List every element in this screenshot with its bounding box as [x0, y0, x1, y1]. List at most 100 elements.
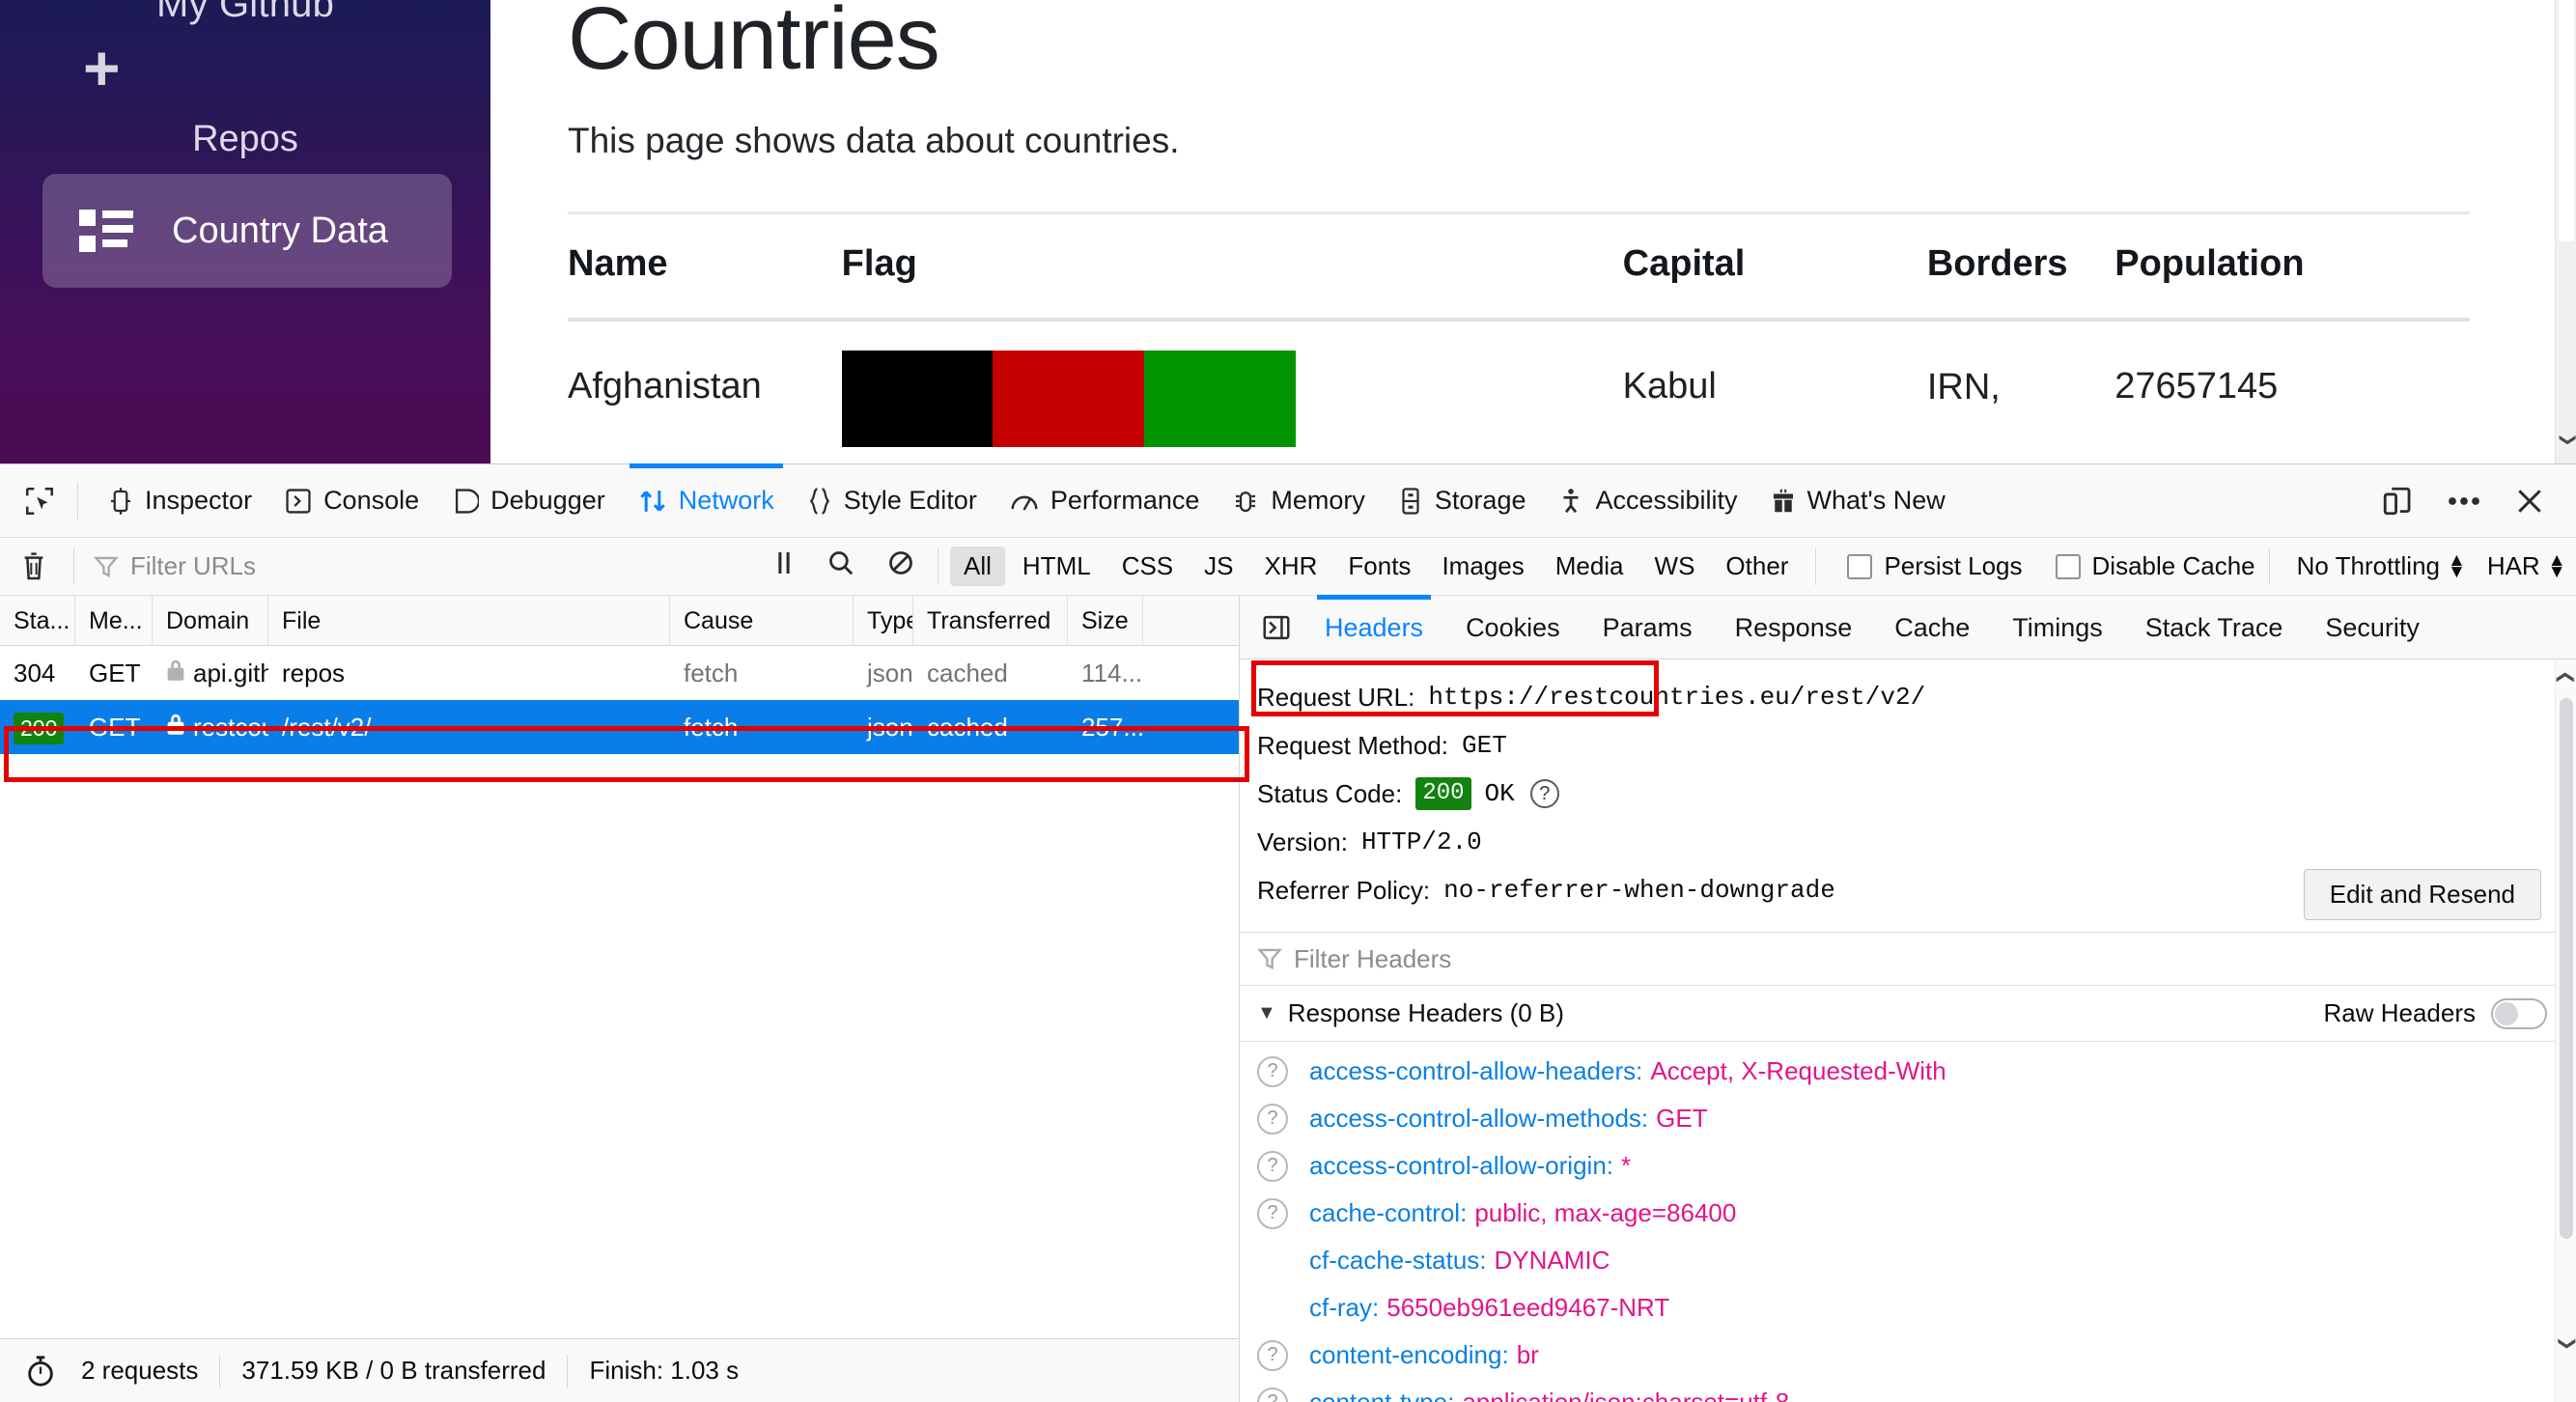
- list-item[interactable]: ? access-control-allow-origin: *: [1240, 1142, 2576, 1190]
- inspector-icon: [108, 487, 133, 516]
- close-icon[interactable]: [2514, 486, 2545, 517]
- table-row[interactable]: 304 GET api.gith... repos fetch json cac…: [0, 646, 1239, 700]
- tab-security[interactable]: Security: [2304, 596, 2441, 659]
- page-scrollbar[interactable]: ❮: [2555, 0, 2576, 463]
- flag-stripe: [1144, 350, 1296, 447]
- tab-timings[interactable]: Timings: [1991, 596, 2124, 659]
- col-header-type[interactable]: Type: [854, 595, 913, 646]
- block-icon[interactable]: [887, 549, 914, 583]
- screenshot-root: My Github + Repos Country Data Countries…: [0, 0, 2576, 1402]
- column-header-flag[interactable]: Flag: [841, 210, 1623, 322]
- column-header-capital[interactable]: Capital: [1622, 210, 1927, 322]
- tab-params[interactable]: Params: [1582, 596, 1714, 659]
- column-header-borders[interactable]: Borders: [1926, 210, 2115, 322]
- col-header-method[interactable]: Me...: [75, 595, 153, 646]
- filter-icon: [1257, 948, 1282, 969]
- sidebar-item-country-data[interactable]: Country Data: [42, 174, 452, 288]
- debugger-icon: [452, 488, 480, 515]
- help-icon[interactable]: ?: [1257, 1197, 1288, 1229]
- type-filter-media[interactable]: Media: [1542, 547, 1638, 586]
- tab-response[interactable]: Response: [1714, 596, 1874, 659]
- column-header-name[interactable]: Name: [568, 210, 842, 322]
- details-scrollbar[interactable]: ❮ ❮: [2555, 659, 2576, 1402]
- col-header-size[interactable]: Size: [1068, 595, 1143, 646]
- list-item[interactable]: ? cache-control: public, max-age=86400: [1240, 1190, 2576, 1237]
- tab-accessibility[interactable]: Accessibility: [1542, 464, 1753, 538]
- request-summary: Request URL: https://restcountries.eu/re…: [1240, 659, 2576, 932]
- col-header-domain[interactable]: Domain: [153, 595, 268, 646]
- list-item[interactable]: ? access-control-allow-methods: GET: [1240, 1095, 2576, 1142]
- type-filter-other[interactable]: Other: [1712, 547, 1802, 586]
- tab-inspector[interactable]: Inspector: [92, 464, 268, 538]
- filter-headers-input[interactable]: Filter Headers: [1240, 932, 2576, 986]
- list-item[interactable]: ? content-type: application/json;charset…: [1240, 1379, 2576, 1402]
- finish-time: Finish: 1.03 s: [589, 1356, 740, 1385]
- chevron-up-icon[interactable]: ❮: [2556, 667, 2576, 687]
- col-header-status[interactable]: Sta...: [0, 595, 75, 646]
- help-icon[interactable]: ?: [1257, 1339, 1288, 1371]
- col-header-cause[interactable]: Cause: [670, 595, 854, 646]
- table-row[interactable]: 200 GET restcou... /rest/v2/ fetch json: [0, 700, 1239, 754]
- header-value: public, max-age=86400: [1474, 1198, 1737, 1227]
- type-filter-xhr[interactable]: XHR: [1251, 547, 1331, 586]
- expand-pane-icon[interactable]: [1249, 613, 1303, 642]
- persist-logs-label: Persist Logs: [1884, 551, 2023, 580]
- column-header-population[interactable]: Population: [2114, 210, 2470, 322]
- tab-headers[interactable]: Headers: [1303, 594, 1444, 659]
- disable-cache-checkbox[interactable]: Disable Cache: [2055, 551, 2255, 581]
- type-filter-ws[interactable]: WS: [1641, 547, 1709, 586]
- type-filter-fonts[interactable]: Fonts: [1334, 547, 1424, 586]
- tab-stack-trace[interactable]: Stack Trace: [2124, 596, 2305, 659]
- list-item[interactable]: ? content-encoding: br: [1240, 1332, 2576, 1379]
- list-item[interactable]: ? access-control-allow-headers: Accept, …: [1240, 1048, 2576, 1095]
- responsive-design-mode-icon[interactable]: [2381, 485, 2414, 518]
- tab-memory[interactable]: Memory: [1216, 464, 1382, 538]
- help-icon[interactable]: ?: [1257, 1387, 1288, 1402]
- tab-storage[interactable]: Storage: [1382, 464, 1543, 538]
- edit-and-resend-button[interactable]: Edit and Resend: [2303, 869, 2541, 920]
- tab-console[interactable]: Console: [268, 464, 435, 538]
- type-filter-images[interactable]: Images: [1428, 547, 1537, 586]
- throttling-select[interactable]: No Throttling ▲ ▼: [2297, 551, 2466, 581]
- tab-label: Style Editor: [843, 486, 977, 515]
- help-icon[interactable]: ?: [1529, 779, 1559, 808]
- help-icon[interactable]: ?: [1257, 1150, 1288, 1182]
- sidebar-item-label: Country Data: [172, 210, 388, 251]
- details-scrollbar-thumb[interactable]: [2560, 698, 2573, 1239]
- tab-style-editor[interactable]: Style Editor: [791, 464, 994, 538]
- har-select[interactable]: HAR ▲ ▼: [2487, 551, 2566, 581]
- chevron-down-icon[interactable]: ❮: [2558, 430, 2576, 451]
- chevron-down-icon[interactable]: ❮: [2556, 1333, 2576, 1354]
- col-header-transferred[interactable]: Transferred: [913, 595, 1068, 646]
- list-item[interactable]: cf-ray: 5650eb961eed9467-NRT: [1240, 1284, 2576, 1332]
- tab-debugger[interactable]: Debugger: [435, 464, 622, 538]
- help-icon[interactable]: ?: [1257, 1055, 1288, 1087]
- table-row: Afghanistan Kabul IRN, 27657145: [568, 320, 2470, 447]
- search-icon[interactable]: [827, 549, 854, 583]
- plus-icon[interactable]: +: [83, 36, 141, 99]
- trash-icon[interactable]: [0, 551, 68, 582]
- referrer-policy-label: Referrer Policy:: [1257, 876, 1431, 905]
- network-status-bar: 2 requests 371.59 KB / 0 B transferred F…: [0, 1338, 1239, 1402]
- pause-icon[interactable]: [773, 549, 795, 583]
- tab-network[interactable]: Network: [622, 463, 791, 538]
- response-headers-group[interactable]: ▼ Response Headers (0 B) Raw Headers: [1240, 986, 2576, 1042]
- type-filter-html[interactable]: HTML: [1009, 547, 1105, 586]
- page-scrollbar-thumb[interactable]: [2559, 0, 2574, 241]
- tab-cache[interactable]: Cache: [1873, 596, 1991, 659]
- raw-headers-toggle[interactable]: [2491, 997, 2547, 1029]
- tab-performance[interactable]: Performance: [994, 464, 1217, 538]
- tab-whats-new[interactable]: What's New: [1754, 464, 1962, 538]
- tab-cookies[interactable]: Cookies: [1444, 596, 1582, 659]
- persist-logs-checkbox[interactable]: Persist Logs: [1847, 551, 2023, 581]
- type-filter-css[interactable]: CSS: [1108, 547, 1187, 586]
- response-headers-list: ? access-control-allow-headers: Accept, …: [1240, 1042, 2576, 1402]
- type-filter-js[interactable]: JS: [1190, 547, 1246, 586]
- more-options-icon[interactable]: [2447, 494, 2481, 508]
- help-icon[interactable]: ?: [1257, 1103, 1288, 1135]
- list-item[interactable]: cf-cache-status: DYNAMIC: [1240, 1237, 2576, 1284]
- col-header-file[interactable]: File: [268, 595, 670, 646]
- filter-urls-input[interactable]: Filter URLs: [80, 551, 756, 581]
- type-filter-all[interactable]: All: [950, 547, 1005, 586]
- element-picker-icon[interactable]: [14, 475, 66, 527]
